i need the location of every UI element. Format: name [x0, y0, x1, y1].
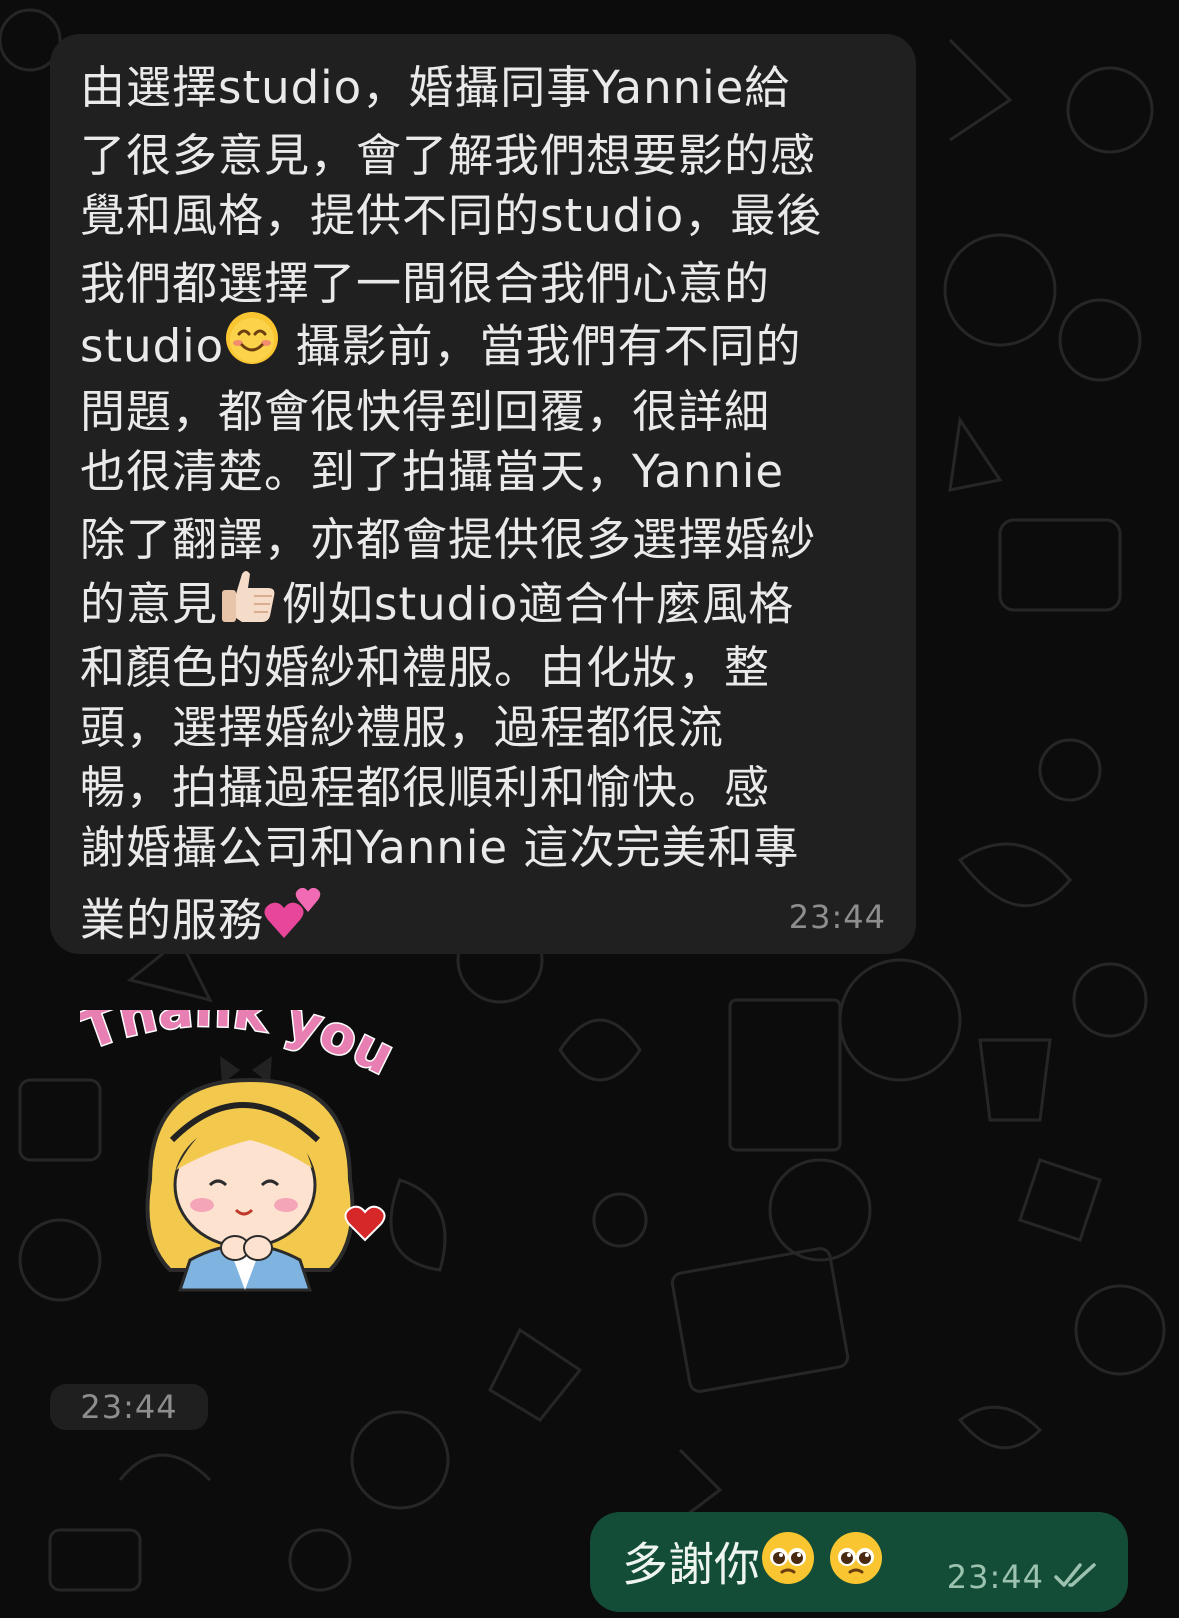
- message-line: 除了翻譯，亦都會提供很多選擇婚紗: [80, 513, 817, 566]
- outgoing-message-meta: 23:44: [947, 1558, 1100, 1596]
- message-line: 謝婚攝公司和Yannie 這次完美和專: [80, 821, 800, 874]
- message-timestamp: 23:44: [788, 898, 886, 936]
- message-line: 暢，拍攝過程都很順利和愉快。感: [80, 761, 771, 814]
- message-line-rest: 例如studio適合什麼風格: [282, 577, 795, 631]
- outgoing-message-text: 多謝你: [622, 1532, 884, 1602]
- message-line: 問題，都會很快得到回覆，很詳細: [80, 385, 771, 438]
- thank-you-sticker[interactable]: Thank you: [72, 977, 420, 1350]
- message-line-text: 業的服務: [80, 893, 265, 947]
- message-timestamp: 23:44: [946, 1558, 1044, 1596]
- message-line: 由選擇studio，婚攝同事Yannie給: [80, 61, 791, 114]
- message-line: studio 攝影前，當我們有不同的: [80, 312, 888, 374]
- sticker-timestamp: 23:44: [50, 1384, 208, 1430]
- outgoing-message-text-content: 多謝你: [622, 1537, 760, 1592]
- message-line: 也很清楚。到了拍攝當天，Yannie: [80, 445, 785, 498]
- message-line: 和顏色的婚紗和禮服。由化妝，整: [80, 641, 771, 694]
- message-line-rest: 攝影前，當我們有不同的: [280, 319, 802, 373]
- message-line: 我們都選擇了一間很合我們心意的: [80, 257, 771, 310]
- incoming-message-bubble[interactable]: 由選擇studio，婚攝同事Yannie給 了很多意見，會了解我們想要影的感 覺…: [50, 34, 916, 954]
- sticker-text: Thank you: [80, 1010, 403, 1087]
- thumbs-up-emoji-icon: [218, 566, 282, 641]
- message-line: 頭，選擇婚紗禮服，過程都很流: [80, 701, 725, 754]
- message-line-prefix: 的意見: [80, 577, 219, 631]
- pleading-face-emoji-icon: [760, 1530, 816, 1598]
- smiling-face-emoji-icon: [224, 310, 280, 381]
- double-check-icon: [1054, 1560, 1100, 1594]
- message-line: 業的服務: [80, 886, 888, 947]
- message-line: 覺和風格，提供不同的studio，最後: [80, 189, 823, 242]
- message-line: 了很多意見，會了解我們想要影的感: [80, 129, 817, 182]
- message-line-prefix: studio: [80, 319, 225, 373]
- two-hearts-emoji-icon: [264, 882, 326, 957]
- chat-view[interactable]: 由選擇studio，婚攝同事Yannie給 了很多意見，會了解我們想要影的感 覺…: [0, 0, 1179, 1618]
- message-line: 的意見 例如studio適合什麼風格: [80, 570, 888, 631]
- pleading-face-emoji-icon: [828, 1530, 884, 1598]
- outgoing-message-bubble[interactable]: 多謝你 23:44: [590, 1512, 1128, 1612]
